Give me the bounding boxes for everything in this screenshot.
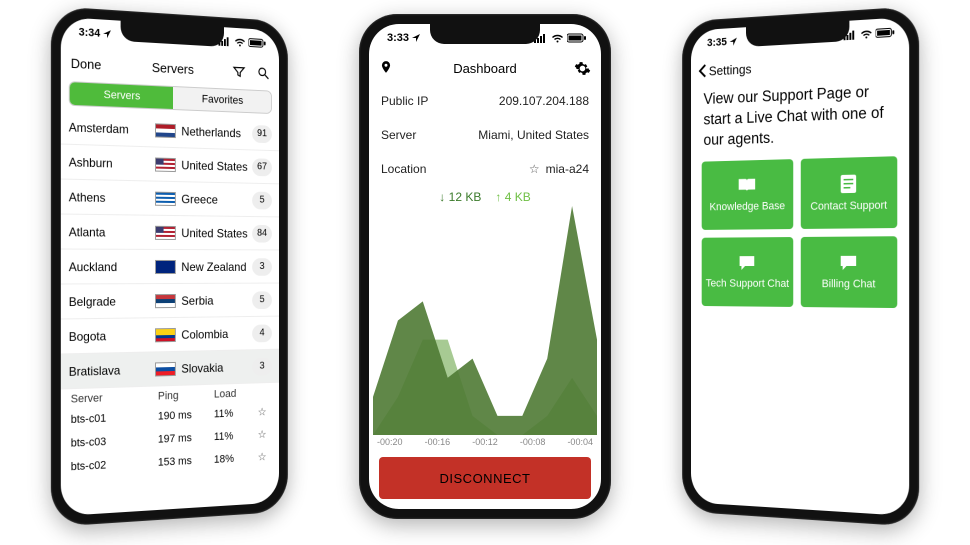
tile-tech-support-chat[interactable]: Tech Support Chat [702,237,794,307]
country-name: New Zealand [181,260,246,274]
server-count-badge: 5 [252,291,272,309]
wifi-icon [234,37,246,47]
flag-icon [155,191,176,205]
gear-icon[interactable] [574,60,591,77]
city-row-bogota[interactable]: Bogota Colombia 4 [61,317,279,355]
phone-servers: 3:34 Done Servers Servers Favorites Amst… [51,6,288,527]
battery-icon [876,27,896,38]
country-name: Slovakia [181,360,223,375]
favorite-star-icon[interactable]: ☆ [254,450,270,464]
favorite-star-icon[interactable]: ☆ [254,428,270,441]
country-name: Colombia [181,327,228,342]
city-name: Atlanta [69,224,155,239]
flag-icon [155,361,176,376]
tile-billing-chat[interactable]: Billing Chat [801,236,898,308]
document-icon [840,173,857,194]
city-row-ashburn[interactable]: Ashburn United States 67 [61,145,279,185]
disconnect-button[interactable]: DISCONNECT [379,457,591,499]
upload-arrow-icon: ↑ [495,190,501,204]
city-name: Bratislava [69,362,155,379]
flag-icon [155,293,176,307]
city-name: Auckland [69,259,155,273]
location-value: mia-a24 [546,162,589,176]
filter-icon[interactable] [232,64,246,79]
tab-servers[interactable]: Servers [70,82,173,109]
location-arrow-icon [102,29,112,40]
location-arrow-icon [411,33,421,43]
support-message: View our Support Page or start a Live Ch… [691,75,909,162]
country-name: Serbia [181,293,213,307]
city-name: Amsterdam [69,120,155,137]
city-row-auckland[interactable]: Auckland New Zealand 3 [61,250,279,285]
country-name: Greece [181,192,217,207]
city-row-athens[interactable]: Athens Greece 5 [61,180,279,218]
back-label: Settings [709,61,752,78]
speed-readout: ↓ 12 KB ↑ 4 KB [369,186,601,206]
country-name: Netherlands [181,124,241,140]
flag-icon [155,259,176,273]
city-name: Bogota [69,328,155,344]
favorite-star-icon[interactable]: ☆ [529,162,540,176]
city-row-belgrade[interactable]: Belgrade Serbia 5 [61,284,279,320]
nav-title: Dashboard [433,61,537,76]
flag-icon [155,225,176,239]
chat-bubble-icon [839,254,858,272]
status-time: 3:34 [79,26,101,40]
server-count-badge: 67 [252,158,272,176]
chevron-left-icon [698,64,707,78]
search-icon[interactable] [257,65,270,80]
wifi-icon [860,29,873,39]
country-name: United States [181,158,247,174]
server-value: Miami, United States [478,128,589,142]
info-public-ip: Public IP 209.107.204.188 [369,84,601,118]
location-pin-icon[interactable] [379,58,393,76]
battery-icon [249,38,267,49]
flag-icon [155,157,176,172]
city-name: Belgrade [69,294,155,309]
download-arrow-icon: ↓ [439,190,445,204]
country-name: United States [181,226,247,240]
info-server[interactable]: Server Miami, United States [369,118,601,152]
server-count-badge: 3 [252,357,272,375]
book-icon [737,177,757,195]
city-list: Amsterdam Netherlands 91 Ashburn United Stat… [61,110,279,517]
flag-icon [155,123,176,138]
server-count-badge: 84 [252,224,272,242]
phone-support: 3:35 Settings View our Support Page or s… [682,6,919,527]
tile-contact-support[interactable]: Contact Support [801,156,898,229]
server-count-badge: 91 [252,124,272,142]
done-button[interactable]: Done [71,55,124,73]
location-arrow-icon [729,37,738,47]
nav-title: Servers [124,58,222,78]
flag-icon [155,327,176,341]
server-count-badge: 5 [252,191,272,209]
bandwidth-chart [369,206,601,435]
chart-x-ticks: -00:20-00:16-00:12-00:08-00:04 [369,435,601,451]
wifi-icon [551,34,564,43]
city-name: Ashburn [69,155,155,172]
server-count-badge: 3 [252,258,272,276]
city-name: Athens [69,189,155,205]
status-time: 3:33 [387,32,409,44]
chat-bubble-icon [738,254,756,272]
server-count-badge: 4 [252,324,272,342]
info-location: Location ☆ mia-a24 [369,152,601,186]
tile-knowledge-base[interactable]: Knowledge Base [702,159,794,230]
tab-favorites[interactable]: Favorites [173,87,271,113]
city-row-atlanta[interactable]: Atlanta United States 84 [61,215,279,251]
public-ip-value: 209.107.204.188 [499,94,589,108]
status-time: 3:35 [707,36,727,49]
phone-dashboard: 3:33 Dashboard Public IP 209.107.204.188… [359,14,611,519]
favorite-star-icon[interactable]: ☆ [254,405,270,418]
battery-icon [567,33,587,43]
